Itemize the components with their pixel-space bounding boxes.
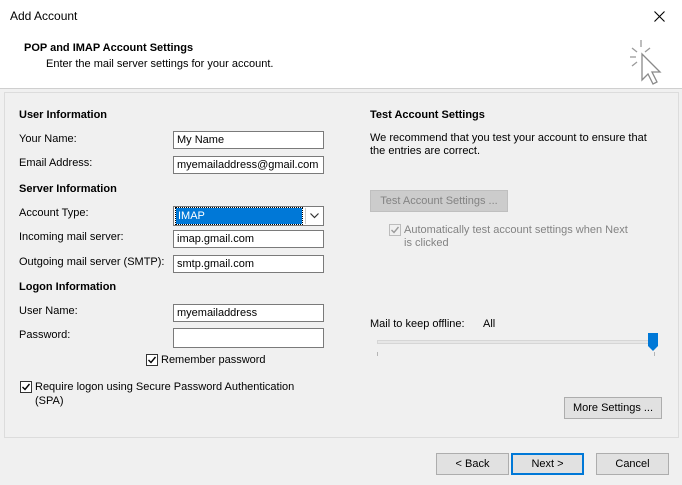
test-settings-heading: Test Account Settings: [370, 109, 485, 121]
outgoing-server-input[interactable]: [173, 255, 324, 273]
chevron-down-icon: [309, 213, 319, 219]
account-type-select[interactable]: IMAP: [173, 206, 324, 226]
your-name-label: Your Name:: [19, 133, 77, 145]
auto-test-label-line1: Automatically test account settings when…: [404, 224, 628, 236]
window-title: Add Account: [10, 9, 78, 23]
email-address-input[interactable]: [173, 156, 324, 174]
test-settings-desc-line1: We recommend that you test your account …: [370, 132, 647, 144]
mail-offline-slider-thumb[interactable]: [648, 333, 658, 351]
test-settings-desc-line2: the entries are correct.: [370, 145, 481, 157]
auto-test-checkbox[interactable]: [389, 224, 401, 236]
password-input[interactable]: [173, 328, 324, 348]
user-name-input[interactable]: [173, 304, 324, 322]
checkmark-icon: [148, 356, 157, 364]
next-button[interactable]: Next >: [511, 453, 584, 475]
remember-password-label: Remember password: [161, 354, 266, 366]
spa-label-line1: Require logon using Secure Password Auth…: [35, 381, 295, 393]
slider-ticks: [377, 352, 655, 356]
close-button[interactable]: [636, 0, 682, 32]
server-info-heading: Server Information: [19, 183, 117, 195]
email-address-label: Email Address:: [19, 157, 93, 169]
title-bar: Add Account: [0, 0, 682, 32]
your-name-input[interactable]: [173, 131, 324, 149]
password-label: Password:: [19, 329, 71, 341]
cursor-click-icon: [630, 40, 662, 85]
account-type-label: Account Type:: [19, 207, 89, 219]
mail-offline-slider-track[interactable]: [377, 340, 655, 344]
user-info-heading: User Information: [19, 109, 108, 121]
spa-label-line2: (SPA): [35, 395, 64, 407]
incoming-server-label: Incoming mail server:: [19, 231, 124, 243]
outgoing-server-label: Outgoing mail server (SMTP):: [19, 256, 165, 268]
incoming-server-input[interactable]: [173, 230, 324, 248]
remember-password-checkbox[interactable]: [146, 354, 158, 366]
select-dropdown-arrow[interactable]: [305, 208, 322, 224]
test-account-settings-button[interactable]: Test Account Settings ...: [370, 190, 508, 212]
account-type-value: IMAP: [175, 207, 303, 225]
back-button[interactable]: < Back: [436, 453, 509, 475]
cancel-button[interactable]: Cancel: [596, 453, 669, 475]
user-name-label: User Name:: [19, 305, 78, 317]
close-icon: [653, 10, 665, 22]
dialog-header: POP and IMAP Account Settings Enter the …: [0, 32, 682, 89]
mail-offline-value: All: [483, 318, 496, 330]
more-settings-button[interactable]: More Settings ...: [564, 397, 662, 419]
spa-checkbox[interactable]: [20, 381, 32, 393]
header-title: POP and IMAP Account Settings: [24, 42, 194, 54]
mail-offline-label: Mail to keep offline:: [370, 318, 465, 330]
auto-test-label-line2: is clicked: [404, 237, 449, 249]
logon-info-heading: Logon Information: [19, 281, 117, 293]
checkmark-icon: [22, 383, 31, 391]
checkmark-icon: [391, 226, 400, 234]
header-subtitle: Enter the mail server settings for your …: [46, 58, 274, 70]
